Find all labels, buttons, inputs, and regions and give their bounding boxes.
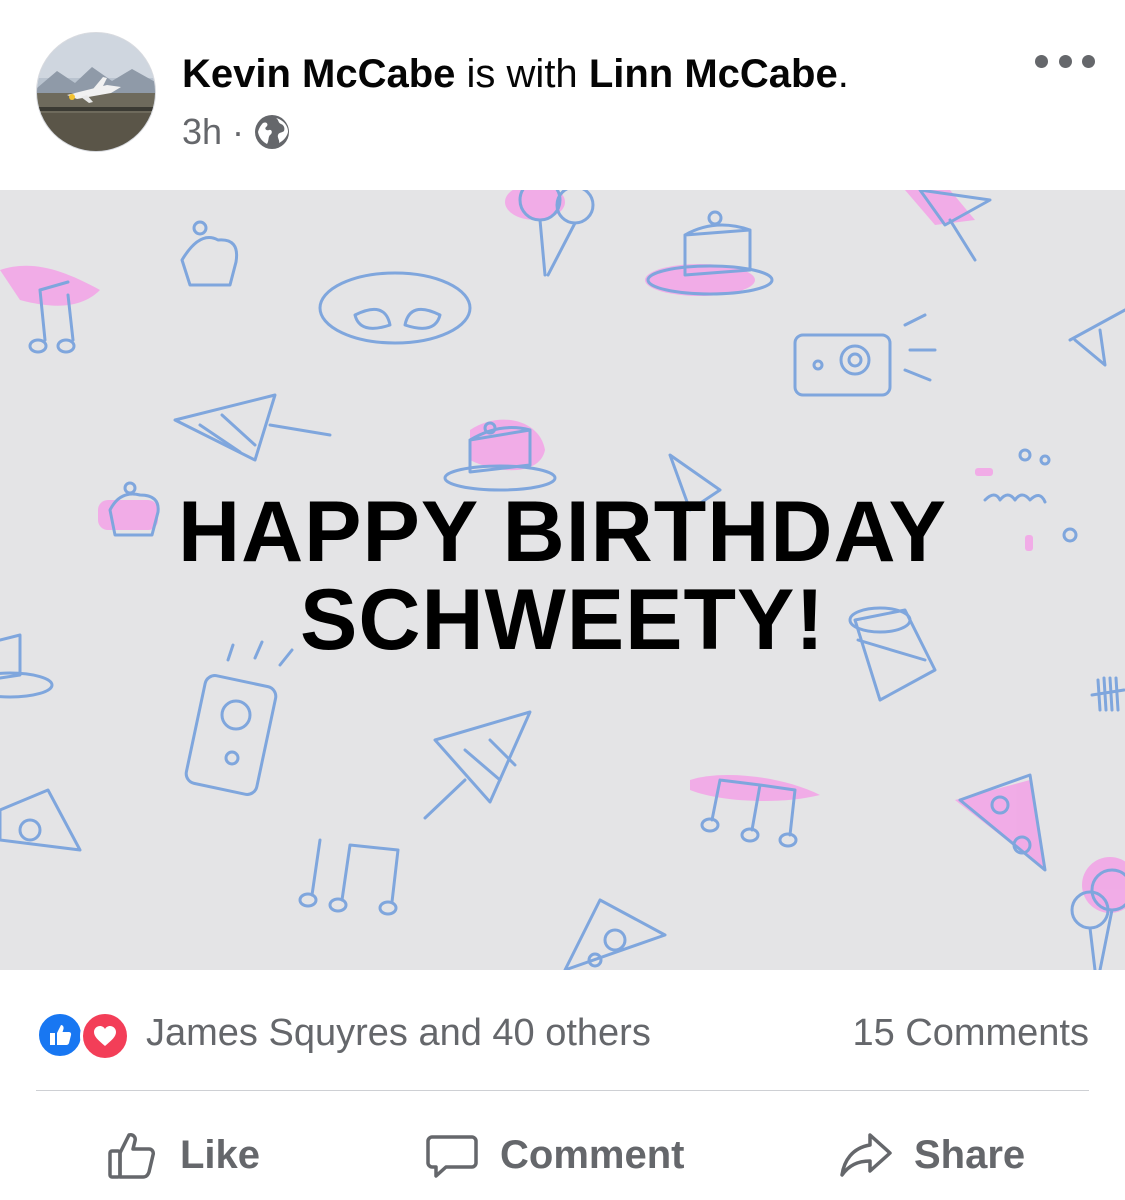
banner-line-1: HAPPY BIRTHDAY [177,484,948,580]
reaction-icons[interactable] [36,1011,136,1061]
post-meta: 3h · [182,110,290,154]
like-label: Like [180,1132,261,1177]
divider [36,1090,1089,1091]
share-button[interactable]: Share [838,1120,1025,1190]
comment-outline-icon [424,1127,480,1183]
more-options-icon[interactable] [1035,44,1095,78]
tagged-name[interactable]: Linn McCabe [589,52,838,96]
comments-count[interactable]: 15 Comments [852,1011,1089,1055]
more-dot [1035,54,1048,68]
post-time[interactable]: 3h [182,110,222,154]
meta-separator: · [232,111,245,152]
like-outline-icon [104,1127,160,1183]
comment-label: Comment [500,1132,685,1177]
like-icon [36,1011,84,1059]
with-text: is with [466,52,578,96]
more-dot [1058,54,1072,68]
globe-icon[interactable] [254,114,290,150]
reactors-summary[interactable]: James Squyres and 40 others [146,1011,651,1055]
more-dot [1082,54,1095,68]
banner-line-2: SCHWEETY! [300,572,825,668]
love-icon [80,1011,130,1061]
share-outline-icon [838,1127,894,1183]
period: . [837,52,849,96]
avatar[interactable] [36,32,156,152]
like-button[interactable]: Like [104,1120,260,1190]
post-header: Kevin McCabe is with Linn McCabe. 3h · [0,0,1125,190]
reactions-summary: James Squyres and 40 others 15 Comments [36,1005,1089,1061]
avatar-image [37,33,155,151]
author-line: Kevin McCabe is with Linn McCabe. [182,50,849,98]
comment-button[interactable]: Comment [424,1120,684,1190]
birthday-banner[interactable]: HAPPY BIRTHDAY SCHWEETY! [0,190,1125,970]
author-name[interactable]: Kevin McCabe [182,52,455,96]
share-label: Share [914,1132,1026,1177]
action-bar: Like Comment Share [0,1110,1125,1200]
banner-message: HAPPY BIRTHDAY SCHWEETY! [0,488,1125,664]
